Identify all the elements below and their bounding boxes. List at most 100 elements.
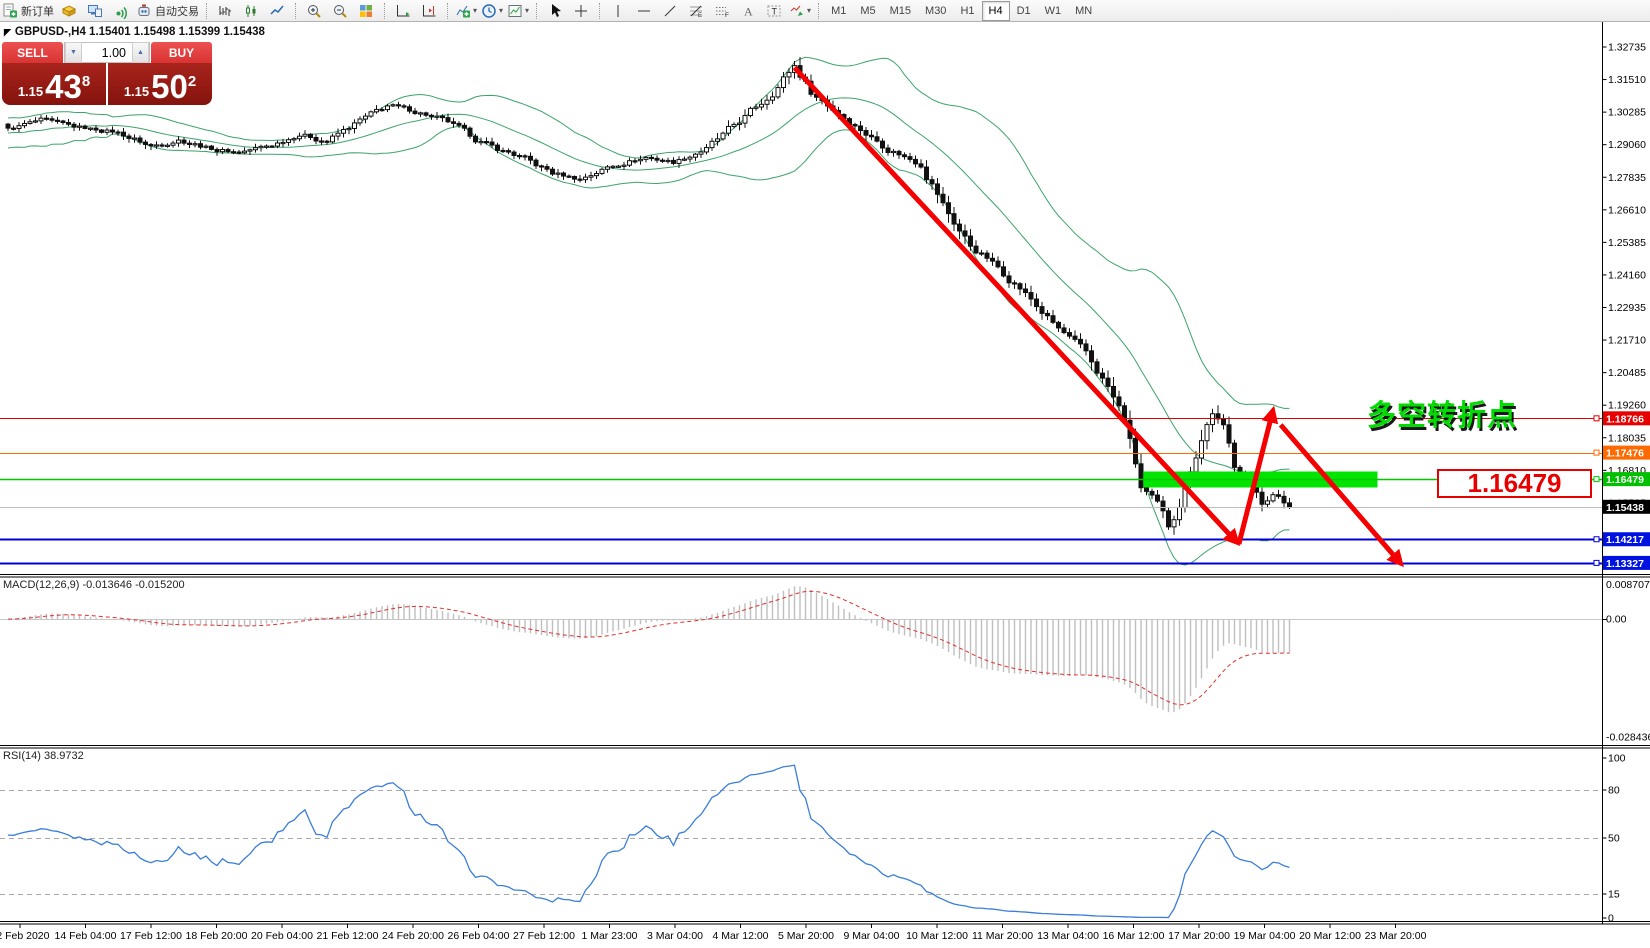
cursor-icon xyxy=(547,3,563,19)
svg-text:0: 0 xyxy=(1608,913,1614,925)
svg-text:13 Mar 04:00: 13 Mar 04:00 xyxy=(1037,930,1099,942)
svg-text:1.17476: 1.17476 xyxy=(1606,448,1644,460)
turning-point-annotation: 多空转折点 xyxy=(1367,392,1517,434)
trendline-icon xyxy=(662,3,678,19)
sell-price-prefix: 1.15 xyxy=(18,82,43,102)
crosshair-icon xyxy=(573,3,589,19)
svg-text:11 Mar 20:00: 11 Mar 20:00 xyxy=(972,930,1033,942)
sell-price-big: 43 xyxy=(45,72,82,102)
tf-m1[interactable]: M1 xyxy=(824,1,853,21)
auto-scroll-button[interactable] xyxy=(390,1,416,20)
tf-w1[interactable]: W1 xyxy=(1038,1,1069,21)
auto-scroll-icon xyxy=(395,3,411,19)
clock-icon xyxy=(481,3,497,19)
channel-button[interactable]: F xyxy=(709,1,735,20)
periods-button[interactable]: ▾ xyxy=(479,1,505,20)
signals-button[interactable] xyxy=(108,1,134,20)
history-center-button[interactable] xyxy=(56,1,82,20)
svg-text:1.30285: 1.30285 xyxy=(1608,107,1646,119)
zoom-in-icon xyxy=(306,3,322,19)
svg-text:15: 15 xyxy=(1608,889,1620,901)
one-click-trading-panel: SELL ▼ 1.00 ▲ BUY 1.15 43 8 1.15 50 2 xyxy=(2,42,212,105)
buy-button[interactable]: BUY xyxy=(151,42,212,63)
toolbar-separator xyxy=(818,3,820,19)
channel-icon: F xyxy=(714,3,730,19)
tf-h1[interactable]: H1 xyxy=(953,1,981,21)
line-chart-button[interactable] xyxy=(264,1,290,20)
svg-text:14 Feb 04:00: 14 Feb 04:00 xyxy=(55,930,117,942)
zoom-in-button[interactable] xyxy=(301,1,327,20)
volume-field[interactable]: ▼ 1.00 ▲ xyxy=(64,42,150,63)
vline-button[interactable] xyxy=(605,1,631,20)
buy-price-big: 50 xyxy=(151,72,188,102)
mt4-window: { "header": { "title": "GBPUSD-,H4 1.154… xyxy=(0,0,1650,948)
toolbar: 新订单 自动交易 ▾ ▾ ▾ E FAT ▾ M1M5M15M30H1H4D1W1MN xyxy=(0,0,1650,22)
trendline-button[interactable] xyxy=(657,1,683,20)
candle-chart-button[interactable] xyxy=(238,1,264,20)
key-level-price-label: 1.16479 xyxy=(1437,469,1592,498)
tf-m15[interactable]: M15 xyxy=(883,1,918,21)
svg-text:-0.028436: -0.028436 xyxy=(1606,731,1650,743)
bar-chart-icon xyxy=(217,3,233,19)
sell-price-pip: 8 xyxy=(82,63,90,101)
chart-corner-icon: ◤ xyxy=(4,27,11,38)
dropdown-arrow-icon[interactable]: ▾ xyxy=(499,6,503,15)
svg-text:0.008707: 0.008707 xyxy=(1606,579,1650,591)
svg-text:1.26610: 1.26610 xyxy=(1608,204,1646,216)
svg-text:F: F xyxy=(725,12,729,19)
zoom-out-button[interactable] xyxy=(327,1,353,20)
templates-button[interactable]: ▾ xyxy=(505,1,531,20)
svg-text:19 Mar 04:00: 19 Mar 04:00 xyxy=(1234,930,1296,942)
chart-canvas[interactable]: 1.327351.315101.302851.290601.278351.266… xyxy=(0,21,1650,948)
hline-button[interactable] xyxy=(631,1,657,20)
svg-text:27 Feb 12:00: 27 Feb 12:00 xyxy=(513,930,575,942)
svg-text:12 Feb 2020: 12 Feb 2020 xyxy=(0,930,50,942)
svg-text:1.18766: 1.18766 xyxy=(1606,413,1644,425)
tf-h4[interactable]: H4 xyxy=(982,1,1010,21)
svg-text:20 Mar 12:00: 20 Mar 12:00 xyxy=(1299,930,1361,942)
svg-text:24 Feb 20:00: 24 Feb 20:00 xyxy=(382,930,444,942)
buy-price-button[interactable]: 1.15 50 2 xyxy=(108,63,212,105)
volume-value[interactable]: 1.00 xyxy=(82,46,132,60)
volume-increase-icon[interactable]: ▲ xyxy=(132,42,149,63)
arrows-button[interactable]: ▾ xyxy=(787,1,813,20)
svg-text:1.27835: 1.27835 xyxy=(1608,172,1646,184)
hline-icon xyxy=(636,3,652,19)
chart-shift-icon xyxy=(421,3,437,19)
dropdown-arrow-icon[interactable]: ▾ xyxy=(807,6,811,15)
svg-text:E: E xyxy=(698,13,702,19)
chart-shift-button[interactable] xyxy=(416,1,442,20)
new-order-button[interactable]: 新订单 xyxy=(0,1,56,20)
crosshair-button[interactable] xyxy=(568,1,594,20)
sell-price-button[interactable]: 1.15 43 8 xyxy=(2,63,106,105)
zoom-out-icon xyxy=(332,3,348,19)
dropdown-arrow-icon[interactable]: ▾ xyxy=(525,6,529,15)
bar-chart-button[interactable] xyxy=(212,1,238,20)
sell-button[interactable]: SELL xyxy=(2,42,63,63)
text-button[interactable]: A xyxy=(735,1,761,20)
indicators-button[interactable]: ▾ xyxy=(453,1,479,20)
tf-m5[interactable]: M5 xyxy=(853,1,882,21)
svg-text:18 Feb 20:00: 18 Feb 20:00 xyxy=(186,930,248,942)
toolbar-separator xyxy=(536,3,538,19)
dropdown-arrow-icon[interactable]: ▾ xyxy=(473,6,477,15)
gold-box-icon xyxy=(61,3,77,19)
template-icon xyxy=(507,3,523,19)
volume-decrease-icon[interactable]: ▼ xyxy=(65,42,82,63)
svg-text:21 Feb 12:00: 21 Feb 12:00 xyxy=(317,930,379,942)
market-watch-button[interactable] xyxy=(82,1,108,20)
tf-d1[interactable]: D1 xyxy=(1010,1,1038,21)
tf-m30[interactable]: M30 xyxy=(918,1,953,21)
tile-windows-button[interactable] xyxy=(353,1,379,20)
svg-text:10 Mar 12:00: 10 Mar 12:00 xyxy=(906,930,968,942)
new-order-button-label: 新订单 xyxy=(21,3,54,19)
svg-text:23 Mar 20:00: 23 Mar 20:00 xyxy=(1365,930,1427,942)
svg-text:4 Mar 12:00: 4 Mar 12:00 xyxy=(712,930,768,942)
tf-mn[interactable]: MN xyxy=(1068,1,1099,21)
autotrade-button[interactable]: 自动交易 xyxy=(134,1,201,20)
chart-title: ◤ GBPUSD-,H4 1.15401 1.15498 1.15399 1.1… xyxy=(4,26,265,38)
fibo-button[interactable]: E xyxy=(683,1,709,20)
label-button[interactable]: T xyxy=(761,1,787,20)
cursor-button[interactable] xyxy=(542,1,568,20)
fibo-icon: E xyxy=(688,3,704,19)
